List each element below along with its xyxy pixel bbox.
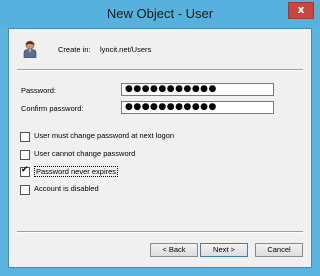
password-field[interactable]: ●●●●●●●●●●● — [121, 83, 274, 96]
checkbox[interactable]: ✔ — [20, 165, 30, 177]
checkbox-label: User must change password at next logon — [34, 131, 175, 140]
checkbox-label: Password never expires — [34, 166, 119, 177]
divider-bottom — [17, 231, 303, 233]
checkbox[interactable] — [20, 132, 30, 142]
create-in-path: lyncit.net/Users — [100, 45, 152, 54]
next-button[interactable]: Next > — [200, 243, 248, 257]
checkbox[interactable] — [20, 150, 30, 160]
divider-top — [17, 69, 303, 71]
back-button[interactable]: < Back — [150, 243, 198, 257]
user-icon — [23, 40, 37, 58]
dialog-body: Create in: lyncit.net/Users Password: ●●… — [8, 28, 312, 268]
title-bar[interactable]: New Object - User x — [0, 0, 320, 28]
window-title: New Object - User — [106, 6, 214, 21]
confirm-password-field[interactable]: ●●●●●●●●●●● — [121, 101, 274, 114]
checkbox[interactable] — [20, 185, 30, 195]
new-object-user-dialog: New Object - User x Create in: lyncit.ne… — [0, 0, 320, 276]
cancel-button[interactable]: Cancel — [255, 243, 303, 257]
close-button[interactable]: x — [288, 2, 314, 19]
checkmark-icon: ✔ — [21, 165, 29, 175]
checkbox-label: Account is disabled — [34, 184, 99, 193]
password-label: Password: — [21, 86, 57, 95]
checkbox-label: User cannot change password — [34, 149, 136, 158]
confirm-password-label: Confirm password: — [21, 104, 84, 113]
create-in-label: Create in: — [58, 45, 91, 54]
